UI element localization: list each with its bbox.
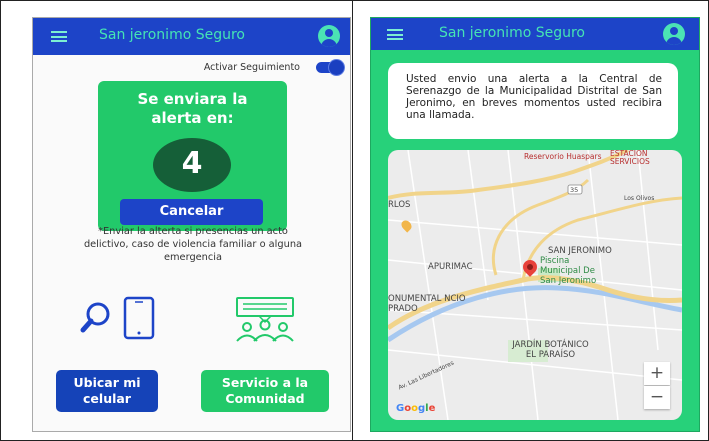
countdown-message-line2: alerta en:: [151, 109, 234, 127]
left-phone-screen: San jeronimo Seguro Activar Seguimiento …: [32, 17, 351, 432]
countdown-message: Se enviara la alerta en:: [98, 90, 287, 128]
hint-text: *Enviar la alterta si presencias un acto…: [83, 226, 303, 263]
countdown-message-line1: Se enviara la: [137, 90, 248, 108]
menu-icon[interactable]: [51, 31, 67, 42]
google-attribution: Google: [396, 403, 436, 414]
map-label-san-jeronimo: SAN JERONIMO: [548, 246, 612, 256]
community-service-button[interactable]: Servicio a la Comunidad: [201, 370, 329, 412]
locate-phone-button[interactable]: Ubicar mi celular: [56, 370, 158, 412]
app-title: San jeronimo Seguro: [439, 25, 585, 41]
right-phone-screen: San jeronimo Seguro Usted envio una aler…: [370, 17, 700, 432]
alert-confirmation-text: Usted envio una alerta a la Central de S…: [406, 73, 662, 121]
map-label-jardin: JARDÍN BOTÁNICO EL PARAÍSO: [512, 340, 589, 360]
locate-line1: Ubicar mi: [73, 375, 141, 390]
map-label-los-olivos: Los Olivos: [624, 195, 655, 202]
map-view[interactable]: Reservorio Huaspars ESTACIÓN SERVICIOS 3…: [388, 150, 682, 420]
tracking-toggle[interactable]: [316, 60, 344, 75]
cancel-button[interactable]: Cancelar: [120, 199, 263, 225]
community-chat-icon[interactable]: [231, 296, 299, 342]
app-title: San jeronimo Seguro: [99, 27, 245, 43]
locate-line2: celular: [83, 391, 131, 406]
app-bar: San jeronimo Seguro: [33, 18, 350, 55]
account-icon[interactable]: [663, 23, 685, 45]
map-label-piscina: Piscina Municipal De San Jeronimo: [540, 256, 597, 286]
map-label-apurimac: APURIMAC: [428, 262, 473, 272]
tracking-row: Activar Seguimiento: [33, 59, 350, 79]
map-label-monumental: ONUMENTAL NCIO PRADO: [388, 294, 466, 314]
zoom-out-button[interactable]: −: [644, 386, 670, 409]
tracking-label: Activar Seguimiento: [203, 62, 300, 73]
countdown-number: 4: [181, 146, 203, 181]
map-label-estacion: ESTACIÓN SERVICIOS: [610, 150, 650, 166]
map-label-rlos: RLOS: [388, 200, 411, 210]
community-line1: Servicio a la: [221, 375, 309, 390]
zoom-in-button[interactable]: +: [644, 362, 670, 385]
map-label-reservorio: Reservorio Huaspars: [524, 152, 602, 161]
alert-confirmation-card: Usted envio una alerta a la Central de S…: [388, 63, 678, 139]
menu-icon[interactable]: [387, 29, 403, 40]
account-icon[interactable]: [318, 25, 340, 47]
map-label-route: 35: [570, 186, 579, 194]
app-bar: San jeronimo Seguro: [371, 18, 699, 50]
community-line2: Comunidad: [225, 391, 305, 406]
divider: [352, 0, 353, 441]
countdown-circle: 4: [153, 138, 231, 192]
search-phone-icon[interactable]: [79, 294, 163, 340]
countdown-card: Se enviara la alerta en: 4 Cancelar: [98, 81, 287, 231]
